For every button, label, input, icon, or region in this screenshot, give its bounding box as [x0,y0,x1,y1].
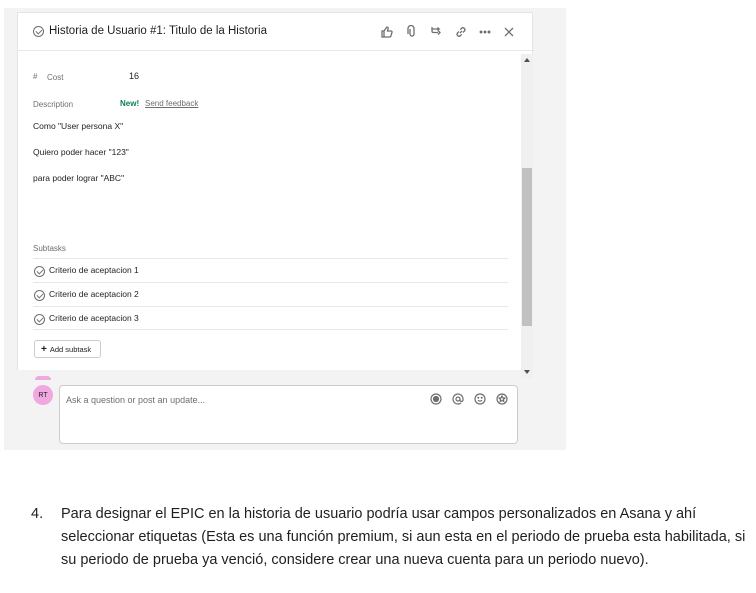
avatar-partial [35,376,51,380]
complete-check-icon[interactable] [33,26,44,37]
new-badge: New! [120,99,140,108]
subtask-row[interactable]: Criterio de aceptacion 1 [33,258,508,282]
add-subtask-label: Add subtask [49,344,92,354]
emoji-icon[interactable] [473,392,487,406]
instruction-number: 4. [31,506,44,522]
attachment-icon[interactable] [403,23,421,41]
link-icon[interactable] [452,23,470,41]
avatar: RT [33,385,53,405]
plus-icon: + [41,343,47,355]
subtask-label[interactable]: Criterio de aceptacion 1 [49,265,139,275]
add-subtask-button[interactable]: + Add subtask [34,340,101,358]
task-header: Historia de Usuario #1: Titulo de la His… [18,13,534,51]
thumbs-up-icon[interactable] [378,23,396,41]
subtask-row[interactable]: Criterio de aceptacion 3 [33,306,508,330]
subtask-label[interactable]: Criterio de aceptacion 2 [49,289,139,299]
task-body: # Cost 16 Description New! Send feedback… [18,52,520,371]
scroll-up-icon[interactable] [524,58,530,62]
comment-composer[interactable] [59,385,518,444]
mention-icon[interactable] [451,392,465,406]
comment-input[interactable] [66,392,406,408]
description-label: Description [33,100,74,109]
subtasks-label: Subtasks [33,244,66,253]
subtask-check-icon[interactable] [34,266,45,277]
subtask-label[interactable]: Criterio de aceptacion 3 [49,313,139,323]
record-icon[interactable] [429,392,443,406]
close-icon[interactable] [500,23,518,41]
subtask-row[interactable]: Criterio de aceptacion 2 [33,282,508,306]
description-line[interactable]: Como "User persona X" [33,121,123,131]
asana-task-screenshot: Historia de Usuario #1: Titulo de la His… [4,8,566,450]
subtask-check-icon[interactable] [34,290,45,301]
hash-icon: # [33,72,38,81]
subtask-icon[interactable] [427,23,445,41]
instruction-text: Para designar el EPIC en la historia de … [61,506,746,568]
cost-label: Cost [47,73,64,82]
task-detail-pane: Historia de Usuario #1: Titulo de la His… [17,12,534,371]
more-icon[interactable] [476,23,494,41]
send-feedback-link[interactable]: Send feedback [145,99,198,108]
task-title[interactable]: Historia de Usuario #1: Titulo de la His… [49,25,267,37]
scroll-down-icon[interactable] [524,370,530,374]
scrollbar[interactable] [521,54,533,378]
subtask-check-icon[interactable] [34,314,45,325]
star-icon[interactable] [495,392,509,406]
scrollbar-thumb[interactable] [522,168,532,326]
cost-value[interactable]: 16 [129,71,139,81]
description-line[interactable]: Quiero poder hacer "123" [33,147,129,157]
description-line[interactable]: para poder lograr "ABC" [33,173,124,183]
